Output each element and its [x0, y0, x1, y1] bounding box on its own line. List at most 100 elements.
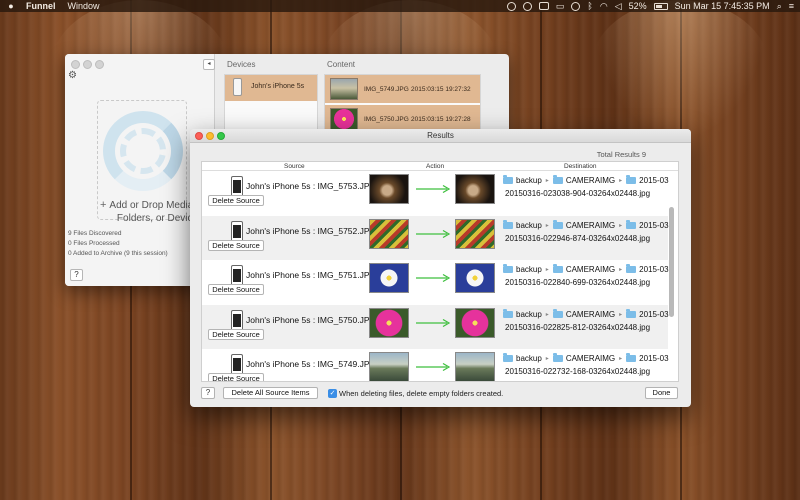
- folder-icon: [503, 308, 513, 318]
- zoom-button[interactable]: [95, 60, 104, 69]
- delete-source-button[interactable]: Delete Source: [208, 195, 264, 206]
- table-row[interactable]: John's iPhone 5s : IMG_5752.JPG Delete S…: [202, 215, 669, 260]
- arrow-right-icon: [416, 363, 451, 371]
- devices-header: Devices: [227, 60, 256, 69]
- arrow-right-icon: [416, 185, 451, 193]
- path-segment: 2015-03: [639, 354, 669, 363]
- table-row[interactable]: John's iPhone 5s : IMG_5753.JPG Delete S…: [202, 171, 669, 215]
- folder-icon: [626, 219, 637, 229]
- arrow-right-icon: [416, 229, 451, 238]
- folder-icon: [626, 175, 637, 184]
- source-thumbnail: [369, 174, 409, 204]
- collapse-sidebar-button[interactable]: ◂: [203, 59, 215, 70]
- destination-filename: 20150316-022732-168-03264x02448.jpg: [505, 367, 651, 376]
- scrollbar[interactable]: [669, 207, 674, 317]
- bluetooth-icon[interactable]: ᛒ: [587, 0, 592, 12]
- destination-thumbnail: [455, 263, 495, 293]
- airplay-icon[interactable]: ▭: [556, 0, 565, 12]
- destination-path: backup ▸ CAMERAIMG ▸ 2015-03: [503, 308, 669, 319]
- folder-icon: [552, 264, 563, 273]
- battery-icon[interactable]: [653, 2, 668, 10]
- user-icon[interactable]: [522, 1, 532, 11]
- delete-source-button[interactable]: Delete Source: [208, 284, 264, 295]
- menu-app-name[interactable]: Funnel: [26, 0, 56, 12]
- arrow-right-icon: [416, 274, 451, 282]
- delete-source-button[interactable]: Delete Source: [208, 239, 264, 251]
- folder-icon: [503, 353, 513, 362]
- monitor-icon[interactable]: [538, 2, 549, 10]
- delete-all-source-items-button[interactable]: Delete All Source Items: [223, 387, 318, 399]
- clock[interactable]: Sun Mar 15 7:45:35 PM: [675, 0, 770, 12]
- path-segment: backup: [516, 220, 542, 230]
- close-button[interactable]: [71, 60, 80, 69]
- folder-icon: [552, 219, 563, 229]
- battery-percent: 52%: [628, 1, 647, 11]
- source-label: John's iPhone 5s : IMG_5750.JPG: [246, 314, 377, 325]
- stats-block: 9 Files Discovered 0 Files Processed 0 A…: [68, 229, 168, 259]
- minimize-button[interactable]: [83, 60, 92, 69]
- table-row[interactable]: John's iPhone 5s : IMG_5751.JPG Delete S…: [202, 260, 669, 304]
- destination-path: backup ▸ CAMERAIMG ▸ 2015-03: [503, 219, 669, 230]
- destination-filename: 20150316-023038-904-03264x02448.jpg: [505, 189, 651, 198]
- destination-thumbnail: [455, 218, 495, 249]
- wifi-icon[interactable]: ◠: [600, 0, 608, 12]
- folder-icon: [626, 264, 637, 273]
- gear-icon[interactable]: ⚙: [68, 70, 77, 81]
- path-separator-icon: ▸: [545, 267, 549, 273]
- stat-discovered: 9 Files Discovered: [68, 230, 122, 237]
- path-separator-icon: ▸: [545, 356, 549, 362]
- content-filename: IMG_5750.JPG: [364, 116, 409, 123]
- path-separator-icon: ▸: [619, 311, 623, 318]
- destination-filename: 20150316-022946-874-03264x02448.jpg: [505, 233, 651, 243]
- destination-filename: 20150316-022840-699-03264x02448.jpg: [505, 278, 651, 287]
- path-separator-icon: ▸: [545, 178, 549, 184]
- delete-source-button[interactable]: Delete Source: [208, 373, 264, 381]
- table-row[interactable]: John's iPhone 5s : IMG_5749.JPG Delete S…: [202, 349, 669, 381]
- adobe-icon[interactable]: [506, 1, 516, 11]
- plus-icon[interactable]: +: [100, 199, 106, 211]
- source-thumbnail: [369, 263, 409, 293]
- source-thumbnail: [369, 352, 409, 381]
- checkbox-label: When deleting files, delete empty folder…: [339, 389, 504, 398]
- folder-icon: [503, 264, 513, 273]
- path-separator-icon: ▸: [619, 356, 623, 362]
- folder-icon: [626, 308, 637, 318]
- path-segment: backup: [516, 354, 542, 363]
- source-label: John's iPhone 5s : IMG_5751.JPG: [246, 270, 377, 280]
- device-name: John's iPhone 5s: [251, 83, 305, 90]
- delete-source-button[interactable]: Delete Source: [208, 328, 264, 340]
- desktop-light-highlight: [590, 0, 770, 140]
- menu-window[interactable]: Window: [68, 0, 100, 12]
- column-destination[interactable]: Destination: [564, 163, 597, 170]
- content-filename: IMG_5749.JPG: [364, 86, 409, 93]
- time-machine-icon[interactable]: [571, 1, 581, 11]
- path-segment: backup: [516, 309, 542, 319]
- path-separator-icon: ▸: [619, 222, 623, 229]
- device-item[interactable]: John's iPhone 5s: [225, 75, 317, 101]
- folder-icon: [552, 353, 563, 362]
- status-area: ▭ ᛒ ◠ ◁ 52% Sun Mar 15 7:45:35 PM ⌕ ≡: [506, 0, 794, 12]
- delete-empty-folders-checkbox[interactable]: ✓: [328, 389, 337, 398]
- apple-icon[interactable]: ●: [6, 0, 16, 12]
- results-window: Results Total Results 9 Source Action De…: [190, 129, 691, 407]
- volume-icon[interactable]: ◁: [615, 0, 622, 12]
- destination-path: backup ▸ CAMERAIMG ▸ 2015-03: [503, 353, 669, 363]
- done-button[interactable]: Done: [645, 387, 678, 399]
- source-thumbnail: [369, 307, 409, 338]
- folder-icon: [503, 219, 513, 229]
- photo-thumbnail: [330, 78, 358, 100]
- content-item[interactable]: IMG_5749.JPG 2015:03:15 19:27:32: [325, 75, 480, 103]
- search-icon[interactable]: ⌕: [777, 0, 782, 12]
- column-action[interactable]: Action: [426, 163, 444, 170]
- help-button[interactable]: ?: [201, 387, 215, 399]
- column-source[interactable]: Source: [284, 163, 305, 170]
- path-segment: 2015-03: [639, 220, 669, 230]
- table-row[interactable]: John's iPhone 5s : IMG_5750.JPG Delete S…: [202, 304, 669, 349]
- list-icon[interactable]: ≡: [789, 0, 794, 12]
- destination-thumbnail: [455, 307, 495, 338]
- path-segment: CAMERAIMG: [565, 309, 616, 319]
- path-segment: 2015-03: [639, 176, 669, 185]
- folder-icon: [552, 308, 563, 318]
- help-button[interactable]: ?: [70, 269, 83, 281]
- content-header: Content: [327, 60, 356, 69]
